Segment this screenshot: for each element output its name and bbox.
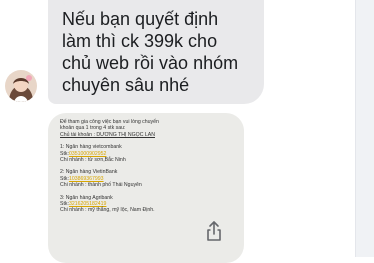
message-line: Nếu bạn quyết định [62, 9, 219, 29]
bank-branch: Chi nhánh : mỹ thắng, mỹ lộc, Nam Định. [60, 207, 155, 214]
message-line: chủ web rồi vào nhóm [62, 53, 239, 73]
side-panel [355, 0, 374, 257]
account-number: 0351000902952 [68, 150, 107, 157]
message-line: chuyên sâu nhé [62, 75, 190, 95]
avatar[interactable] [5, 70, 37, 102]
message-line: làm thì ck 399k cho [62, 31, 218, 51]
message-bubble[interactable]: Nếu bạn quyết định làm thì ck 399k cho c… [48, 0, 264, 104]
stk-label: Stk: [60, 175, 69, 182]
account-number: 103869367993 [68, 175, 104, 182]
stk-label: Stk: [60, 150, 69, 157]
share-icon[interactable] [203, 220, 225, 242]
